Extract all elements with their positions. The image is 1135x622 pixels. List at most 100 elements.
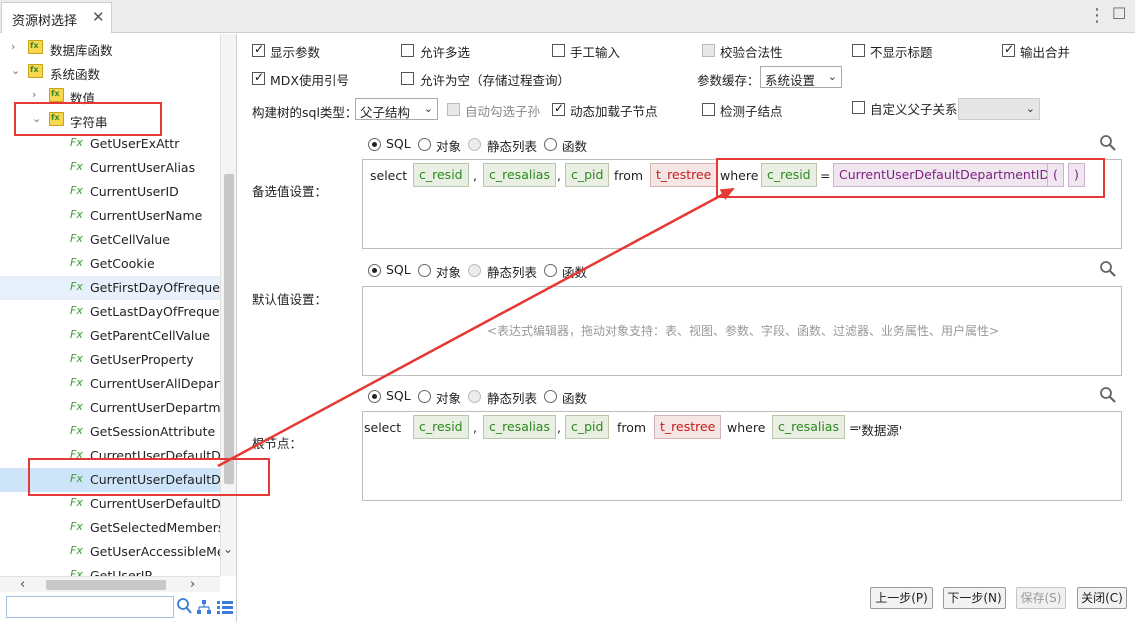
sql-field-token[interactable]: c_pid [565, 163, 610, 187]
list-view-icon[interactable] [217, 600, 233, 614]
output-merge-checkbox[interactable] [1002, 42, 1015, 57]
sql-type-select[interactable]: 父子结构 ⌄ [355, 98, 438, 120]
default-sql-editor[interactable]: <表达式编辑器，拖动对象支持：表、视图、参数、字段、函数、过滤器、业务属性、用户… [362, 286, 1122, 376]
chevron-down-icon[interactable]: ⌄ [11, 64, 20, 77]
annotation-box-selected-function [28, 458, 270, 496]
default-mode-sql-radio[interactable] [368, 264, 381, 277]
sql-field-token[interactable]: c_resid [413, 163, 469, 187]
sql-field-token[interactable]: c_pid [565, 415, 610, 439]
candidate-mode-object-radio[interactable] [418, 138, 431, 151]
tree-view-icon[interactable] [196, 599, 212, 615]
mode-label: 静态列表 [487, 139, 538, 154]
auto-check-children-checkbox[interactable] [447, 103, 460, 116]
show-params-checkbox[interactable] [252, 42, 265, 57]
root-mode-function-radio[interactable] [544, 390, 557, 403]
tree-node-function[interactable]: Fx GetSessionAttribute [0, 420, 220, 444]
sql-field-token[interactable]: c_resalias [772, 415, 845, 439]
prev-step-button[interactable]: 上一步(P) [870, 587, 933, 609]
allow-multi-checkbox[interactable] [401, 44, 414, 57]
show-params-label: 显示参数 [270, 45, 321, 60]
default-mode-object-radio[interactable] [418, 264, 431, 277]
tab-resource-tree[interactable]: 资源树选择 ✕ [1, 2, 112, 33]
root-mode-sql-radio[interactable] [368, 390, 381, 403]
maximize-icon[interactable]: ☐ [1112, 4, 1126, 23]
tree-node-function[interactable]: Fx GetFirstDayOfFrequen [0, 276, 220, 300]
tree-node-function[interactable]: Fx GetSelectedMembers [0, 516, 220, 540]
tree-node-function[interactable]: Fx CurrentUserDepartmer [0, 396, 220, 420]
dynamic-load-checkbox[interactable] [552, 101, 565, 116]
default-mode-function-radio[interactable] [544, 264, 557, 277]
mode-label: 函数 [562, 139, 588, 154]
custom-parent-child-select[interactable]: ⌄ [958, 98, 1040, 120]
custom-parent-child-checkbox[interactable] [852, 101, 865, 114]
sql-table-token[interactable]: t_restree [654, 415, 722, 439]
sql-keyword-from: from [614, 168, 644, 183]
chevron-down-icon[interactable]: ⌄ [223, 542, 233, 556]
chevron-left-icon[interactable]: ‹ [20, 577, 25, 592]
sql-field-token[interactable]: c_resalias [483, 415, 556, 439]
mdx-quote-checkbox[interactable] [252, 70, 265, 85]
tree-node-function[interactable]: Fx CurrentUserName [0, 204, 220, 228]
next-step-button[interactable]: 下一步(N) [943, 587, 1006, 609]
allow-empty-label: 允许为空（存储过程查询） [420, 73, 571, 88]
root-sql-editor[interactable]: select c_resid , c_resalias , c_pid from… [362, 411, 1122, 501]
chevron-right-icon[interactable]: › [190, 577, 195, 592]
detect-children-checkbox[interactable] [702, 103, 715, 116]
candidate-mode-function-radio[interactable] [544, 138, 557, 151]
chevron-right-icon[interactable]: › [11, 40, 15, 53]
mode-label: SQL [386, 388, 411, 403]
sql-keyword-where: where [727, 420, 766, 435]
manual-input-checkbox[interactable] [552, 44, 565, 57]
default-mode-static-radio[interactable] [468, 264, 481, 277]
tree-node-function[interactable]: Fx GetCookie [0, 252, 220, 276]
mode-label: 对象 [436, 139, 462, 154]
close-button[interactable]: 关闭(C) [1077, 587, 1127, 609]
tree-node-function[interactable]: Fx GetLastDayOfFrequenc [0, 300, 220, 324]
root-mode-object-radio[interactable] [418, 390, 431, 403]
tree-node-function[interactable]: Fx GetParentCellValue [0, 324, 220, 348]
search-icon[interactable] [1099, 134, 1117, 152]
sql-keyword-select: select [364, 420, 402, 435]
mode-label: 函数 [562, 391, 588, 406]
tree-search-input[interactable] [6, 596, 174, 618]
tree-node-function[interactable]: Fx GetUserIP [0, 564, 220, 576]
sql-table-token[interactable]: t_restree [650, 163, 718, 187]
tree-horizontal-scrollbar[interactable]: ‹ › [0, 576, 220, 592]
sql-field-token[interactable]: c_resalias [483, 163, 556, 187]
tree-node-function[interactable]: Fx GetUserProperty [0, 348, 220, 372]
tree-node-function[interactable]: Fx CurrentUserID [0, 180, 220, 204]
tree-node-function[interactable]: Fx CurrentUserAlias [0, 156, 220, 180]
sql-field-token[interactable]: c_resid [413, 415, 469, 439]
param-cache-select[interactable]: 系统设置 ⌄ [760, 66, 842, 88]
tree-node-function[interactable]: Fx GetUserAccessibleMer [0, 540, 220, 564]
candidate-mode-sql-radio[interactable] [368, 138, 381, 151]
search-icon[interactable] [1099, 386, 1117, 404]
validate-checkbox[interactable] [702, 44, 715, 57]
allow-empty-checkbox[interactable] [401, 72, 414, 85]
scrollbar-thumb[interactable] [224, 174, 234, 484]
save-button[interactable]: 保存(S) [1016, 587, 1066, 609]
sql-keyword-select: select [370, 168, 408, 183]
chevron-down-icon: ⌄ [423, 102, 433, 115]
chevron-right-icon[interactable]: › [32, 88, 36, 101]
tree-node-system-functions[interactable]: ⌄ 系统函数 [0, 60, 220, 84]
close-icon[interactable]: ✕ [92, 8, 105, 26]
tree-node-function[interactable]: Fx GetCellValue [0, 228, 220, 252]
search-icon[interactable] [1099, 260, 1117, 278]
tree-node-label: GetCellValue [90, 232, 170, 247]
root-mode-static-radio[interactable] [468, 390, 481, 403]
tree-node-function[interactable]: Fx CurrentUserAllDepartr [0, 372, 220, 396]
search-icon[interactable] [176, 597, 192, 615]
tree-node-label: GetUserExAttr [90, 136, 180, 151]
hide-title-checkbox[interactable] [852, 44, 865, 57]
scrollbar-thumb[interactable] [46, 580, 166, 590]
function-icon: Fx [70, 232, 83, 245]
candidate-section-label: 备选值设置： [252, 184, 328, 199]
tree-node-db-functions[interactable]: › 数据库函数 [0, 36, 220, 60]
more-menu-icon[interactable]: ⋮ [1088, 5, 1106, 26]
sql-comma: , [473, 420, 477, 435]
custom-parent-child-label: 自定义父子关系 [870, 102, 958, 117]
function-icon: Fx [70, 568, 83, 576]
candidate-mode-static-radio[interactable] [468, 138, 481, 151]
folder-function-icon [49, 88, 64, 102]
